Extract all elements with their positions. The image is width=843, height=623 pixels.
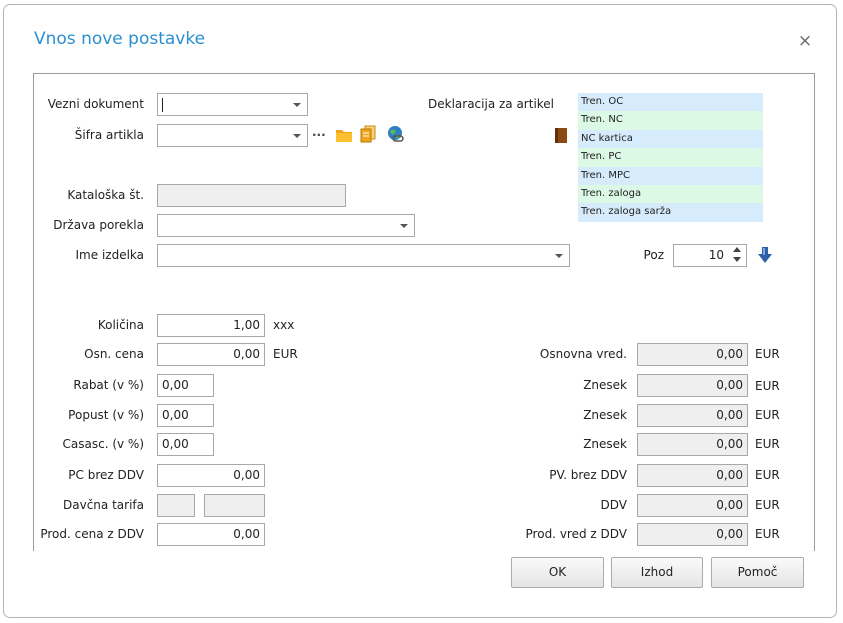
ddv-unit: EUR	[755, 498, 780, 512]
kataloska-field	[157, 184, 346, 207]
sifra-artikla-select[interactable]	[157, 124, 308, 147]
izhod-button[interactable]: Izhod	[611, 557, 703, 588]
osnovna-vred-unit: EUR	[755, 347, 780, 361]
decl-item-tren-nc[interactable]: Tren. NC	[578, 111, 763, 130]
prod-cena-z-ddv-label: Prod. cena z DDV	[33, 523, 144, 545]
prod-vred-z-ddv-field: 0,00	[637, 523, 748, 546]
osn-cena-label: Osn. cena	[84, 347, 144, 361]
znesek-2-field: 0,00	[637, 404, 748, 427]
pomoc-button[interactable]: Pomoč	[711, 557, 804, 588]
znesek-1-unit: EUR	[755, 379, 780, 393]
ok-button[interactable]: OK	[511, 557, 604, 588]
vezni-dokument-label: Vezni dokument	[47, 97, 144, 111]
kataloska-label: Kataloška št.	[67, 188, 144, 202]
declaration-list: Tren. OC Tren. NC NC kartica Tren. PC Tr…	[578, 93, 763, 222]
chevron-down-icon[interactable]	[555, 254, 563, 258]
drzava-label: Država porekla	[53, 218, 144, 232]
davcna-tarifa-rate	[204, 494, 265, 517]
copy-icon[interactable]	[360, 125, 376, 143]
dialog-title: Vnos nove postavke	[34, 29, 206, 49]
spin-up-icon[interactable]	[733, 247, 741, 252]
folder-icon[interactable]	[335, 127, 353, 143]
davcna-tarifa-label: Davčna tarifa	[63, 498, 144, 512]
znesek-2-unit: EUR	[755, 408, 780, 422]
ime-izdelka-select[interactable]	[157, 244, 570, 267]
pv-brez-ddv-field: 0,00	[637, 464, 748, 487]
globe-link-icon[interactable]	[387, 125, 405, 143]
decl-item-tren-mpc[interactable]: Tren. MPC	[578, 166, 763, 185]
prod-vred-z-ddv-unit: EUR	[755, 527, 780, 541]
znesek-3-field: 0,00	[637, 433, 748, 456]
decl-item-nc-kartica[interactable]: NC kartica	[578, 129, 763, 149]
prod-vred-z-ddv-label-text: Prod. vred z DDV	[525, 527, 627, 541]
kolicina-input[interactable]: 1,00	[157, 314, 265, 337]
prod-vred-z-ddv-label: Prod. vred z DDV	[470, 523, 627, 545]
popust-label: Popust (v %)	[68, 408, 144, 422]
drzava-select[interactable]	[157, 214, 415, 237]
decl-item-tren-zaloga-sarza[interactable]: Tren. zaloga sarža	[578, 203, 763, 222]
casasc-label: Casasc. (v %)	[62, 437, 145, 451]
osnovna-vred-field: 0,00	[637, 343, 748, 366]
ime-izdelka-label: Ime izdelka	[75, 248, 144, 262]
decl-item-tren-zaloga[interactable]: Tren. zaloga	[578, 184, 763, 204]
book-icon[interactable]	[554, 127, 568, 144]
prod-cena-z-ddv-label-text: Prod. cena z DDV	[40, 527, 144, 541]
osnovna-vred-label: Osnovna vred.	[539, 347, 627, 361]
znesek-1-label: Znesek	[583, 378, 627, 392]
close-icon[interactable]: ×	[794, 31, 816, 51]
znesek-3-unit: EUR	[755, 437, 780, 451]
pv-brez-ddv-unit: EUR	[755, 468, 780, 482]
prod-cena-z-ddv-input[interactable]: 0,00	[157, 523, 265, 546]
pc-brez-ddv-label: PC brez DDV	[68, 468, 144, 482]
znesek-2-label: Znesek	[583, 408, 627, 422]
deklaracija-label: Deklaracija za artikel	[428, 97, 555, 111]
spin-down-icon[interactable]	[733, 257, 741, 262]
osn-cena-input[interactable]: 0,00	[157, 343, 265, 366]
davcna-tarifa-code	[157, 494, 195, 517]
rabat-label: Rabat (v %)	[73, 378, 144, 392]
casasc-input[interactable]: 0,00	[157, 433, 214, 456]
znesek-1-field: 0,00	[637, 374, 748, 397]
pc-brez-ddv-input[interactable]: 0,00	[157, 464, 265, 487]
sifra-artikla-label: Šifra artikla	[74, 128, 144, 142]
decl-item-tren-pc[interactable]: Tren. PC	[578, 148, 763, 167]
popust-input[interactable]: 0,00	[157, 404, 214, 427]
chevron-down-icon[interactable]	[400, 224, 408, 228]
chevron-down-icon[interactable]	[293, 103, 301, 107]
kolicina-label: Količina	[97, 318, 144, 332]
down-arrow-icon[interactable]	[757, 246, 773, 264]
pv-brez-ddv-label: PV. brez DDV	[549, 468, 627, 482]
vezni-dokument-select[interactable]	[157, 93, 308, 116]
text-caret	[162, 98, 163, 112]
osn-cena-unit: EUR	[273, 347, 298, 361]
rabat-input[interactable]: 0,00	[157, 374, 214, 397]
chevron-down-icon[interactable]	[293, 134, 301, 138]
ddv-field: 0,00	[637, 494, 748, 517]
poz-label: Poz	[643, 248, 664, 262]
poz-spin-buttons[interactable]	[730, 245, 744, 265]
znesek-3-label: Znesek	[583, 437, 627, 451]
more-icon[interactable]: ···	[312, 124, 326, 146]
kolicina-unit: xxx	[273, 318, 295, 332]
decl-item-tren-oc[interactable]: Tren. OC	[578, 93, 763, 112]
ddv-label: DDV	[600, 498, 627, 512]
